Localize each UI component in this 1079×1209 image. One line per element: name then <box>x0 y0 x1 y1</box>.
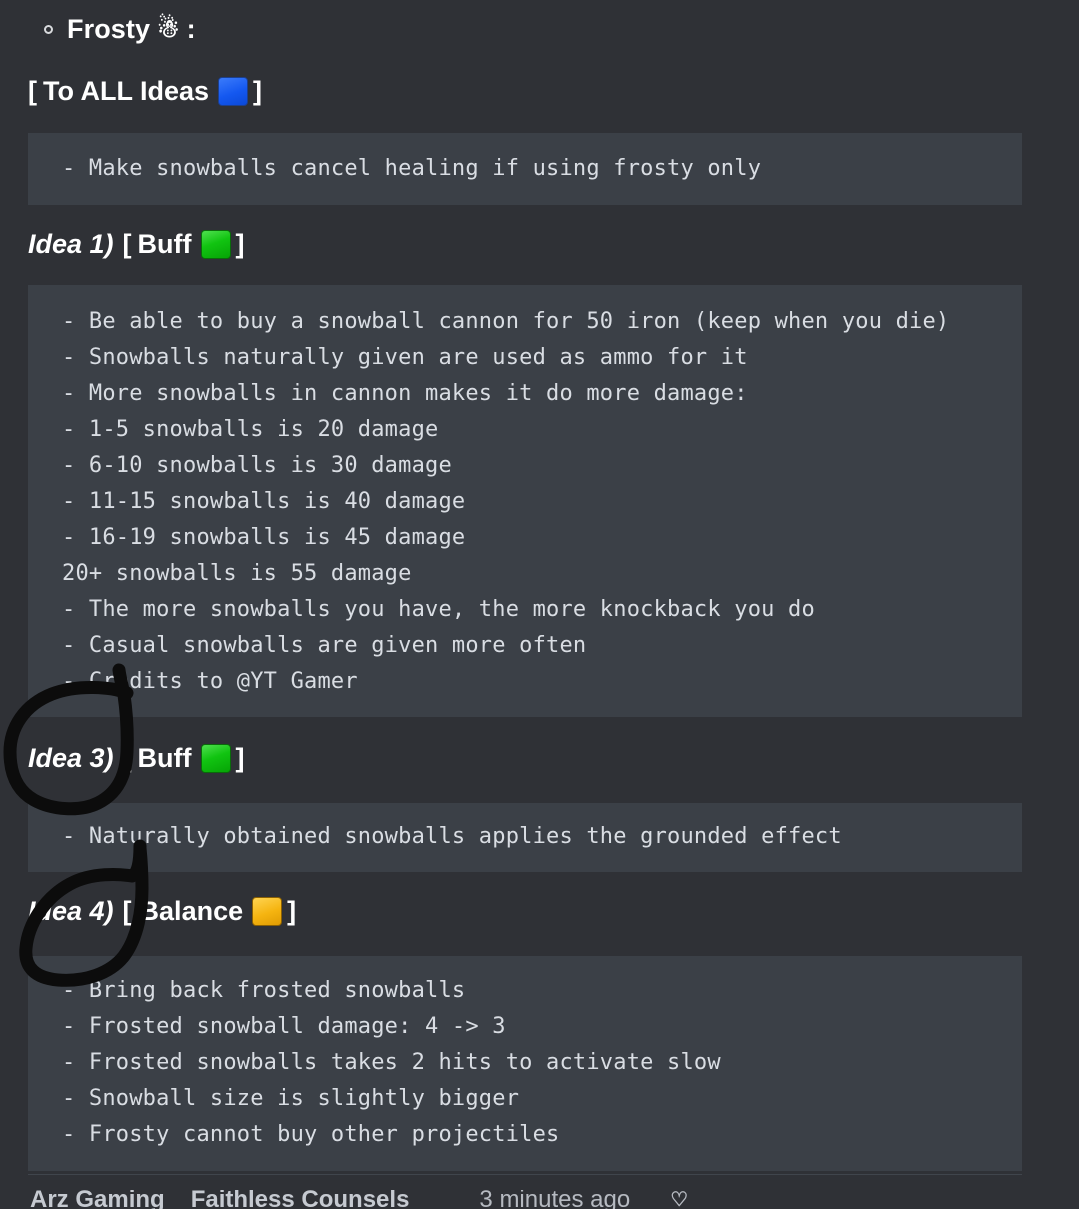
code-line: - Be able to buy a snowball cannon for 5… <box>62 309 950 334</box>
code-line: - Naturally obtained snowballs applies t… <box>62 824 842 849</box>
idea-3-label: Idea 3) <box>28 743 114 773</box>
frosty-heading-text: Frosty ☃ : <box>67 14 196 45</box>
code-line: 20+ snowballs is 55 damage <box>62 561 412 586</box>
code-line: - 11-15 snowballs is 40 damage <box>62 489 466 514</box>
idea-1-heading: Idea 1) [Buff ] <box>0 229 245 260</box>
code-line: - Snowball size is slightly bigger <box>62 1086 520 1111</box>
code-block-to-all-ideas: - Make snowballs cancel healing if using… <box>28 133 1022 205</box>
bullet-point-icon <box>44 25 53 34</box>
code-line: - More snowballs in cannon makes it do m… <box>62 381 748 406</box>
idea-1-label: Idea 1) <box>28 229 114 259</box>
code-block-idea-1: - Be able to buy a snowball cannon for 5… <box>28 285 1022 717</box>
code-line: - Casual snowballs are given more often <box>62 633 587 658</box>
amber-square-icon <box>252 897 283 926</box>
idea-4-tag: Balance <box>139 896 244 926</box>
open-bracket: [ <box>122 229 132 259</box>
blue-square-icon <box>218 77 249 106</box>
code-line: - Frosted snowballs takes 2 hits to acti… <box>62 1050 721 1075</box>
close-bracket: ] <box>287 896 297 926</box>
frosty-bullet-heading: Frosty ☃ : <box>0 0 1079 45</box>
idea-4-heading: Idea 4) [Balance ] <box>0 896 296 927</box>
footer-author[interactable]: Arz Gaming <box>30 1190 165 1209</box>
idea-1-tag: Buff <box>137 229 192 259</box>
footer-divider <box>28 1174 1022 1175</box>
code-line: - 1-5 snowballs is 20 damage <box>62 417 439 442</box>
code-line: - Frosty cannot buy other projectiles <box>62 1122 560 1147</box>
colon-punct: : <box>186 14 196 44</box>
code-line: - The more snowballs you have, the more … <box>62 597 815 622</box>
footer-role: Faithless Counsels <box>190 1190 410 1209</box>
green-square-icon <box>200 230 231 259</box>
post-content-area: Frosty ☃ : [To ALL Ideas ] - Make snowba… <box>0 0 1079 1209</box>
code-line: - Frosted snowball damage: 4 -> 3 <box>62 1014 506 1039</box>
to-all-ideas-heading: [To ALL Ideas ] <box>0 76 1079 107</box>
open-bracket: [ <box>122 896 132 926</box>
close-bracket: ] <box>253 76 263 106</box>
snowman-icon: ☃ <box>157 15 180 43</box>
code-line: - 16-19 snowballs is 45 damage <box>62 525 466 550</box>
open-bracket: [ <box>28 76 37 106</box>
heart-icon[interactable]: ♡ <box>670 1190 688 1209</box>
idea-4-label: Idea 4) <box>28 896 114 926</box>
frosty-label: Frosty <box>67 14 151 44</box>
code-block-idea-4: - Bring back frosted snowballs - Frosted… <box>28 956 1022 1171</box>
close-bracket: ] <box>235 743 245 773</box>
to-all-ideas-label: To ALL Ideas <box>43 76 210 106</box>
code-block-idea-3: - Naturally obtained snowballs applies t… <box>28 803 1022 872</box>
close-bracket: ] <box>235 229 245 259</box>
open-bracket: [ <box>122 743 132 773</box>
idea-3-heading: Idea 3) [Buff ] <box>0 743 245 774</box>
code-line: - Bring back frosted snowballs <box>62 978 466 1003</box>
code-line: - Credits to @YT Gamer <box>62 669 358 694</box>
code-line: - 6-10 snowballs is 30 damage <box>62 453 452 478</box>
footer-timestamp: 3 minutes ago <box>479 1190 631 1209</box>
green-square-icon <box>200 744 231 773</box>
code-line: - Snowballs naturally given are used as … <box>62 345 748 370</box>
post-footer: Arz Gaming Faithless Counsels 3 minutes … <box>30 1190 688 1209</box>
idea-3-tag: Buff <box>137 743 192 773</box>
code-line: - Make snowballs cancel healing if using… <box>62 156 762 181</box>
